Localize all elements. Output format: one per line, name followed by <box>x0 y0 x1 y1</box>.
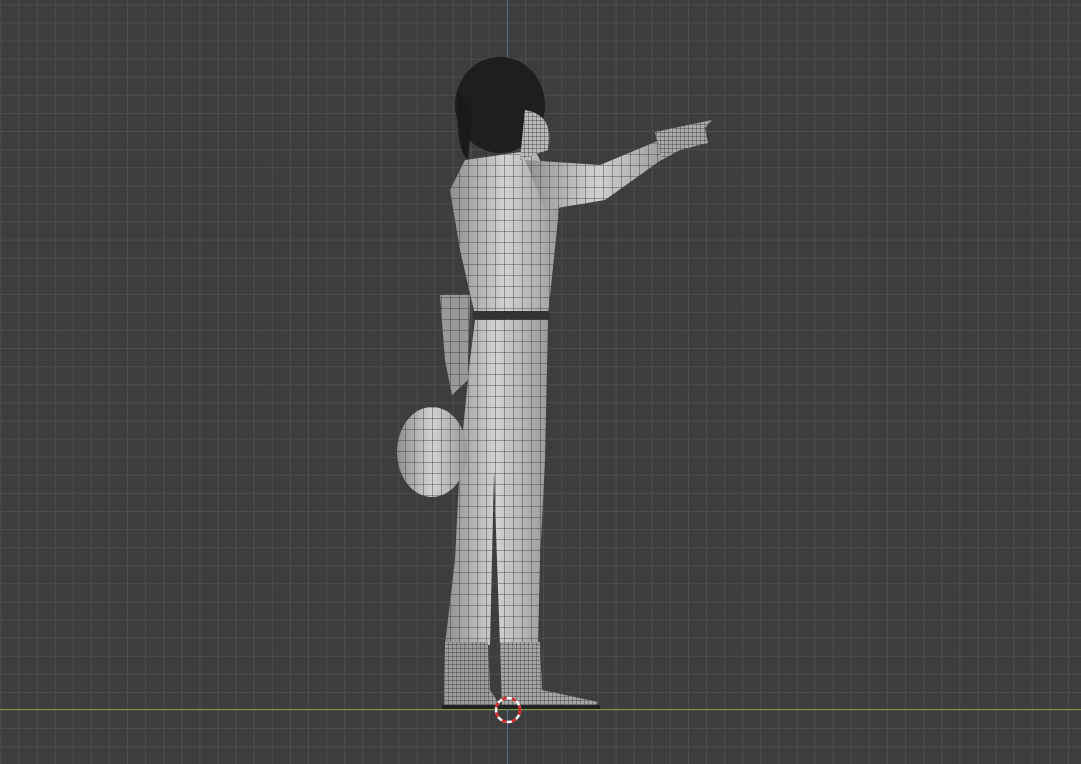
body-mesh <box>397 57 712 709</box>
character-model[interactable] <box>0 0 1081 764</box>
3d-viewport[interactable] <box>0 0 1081 764</box>
